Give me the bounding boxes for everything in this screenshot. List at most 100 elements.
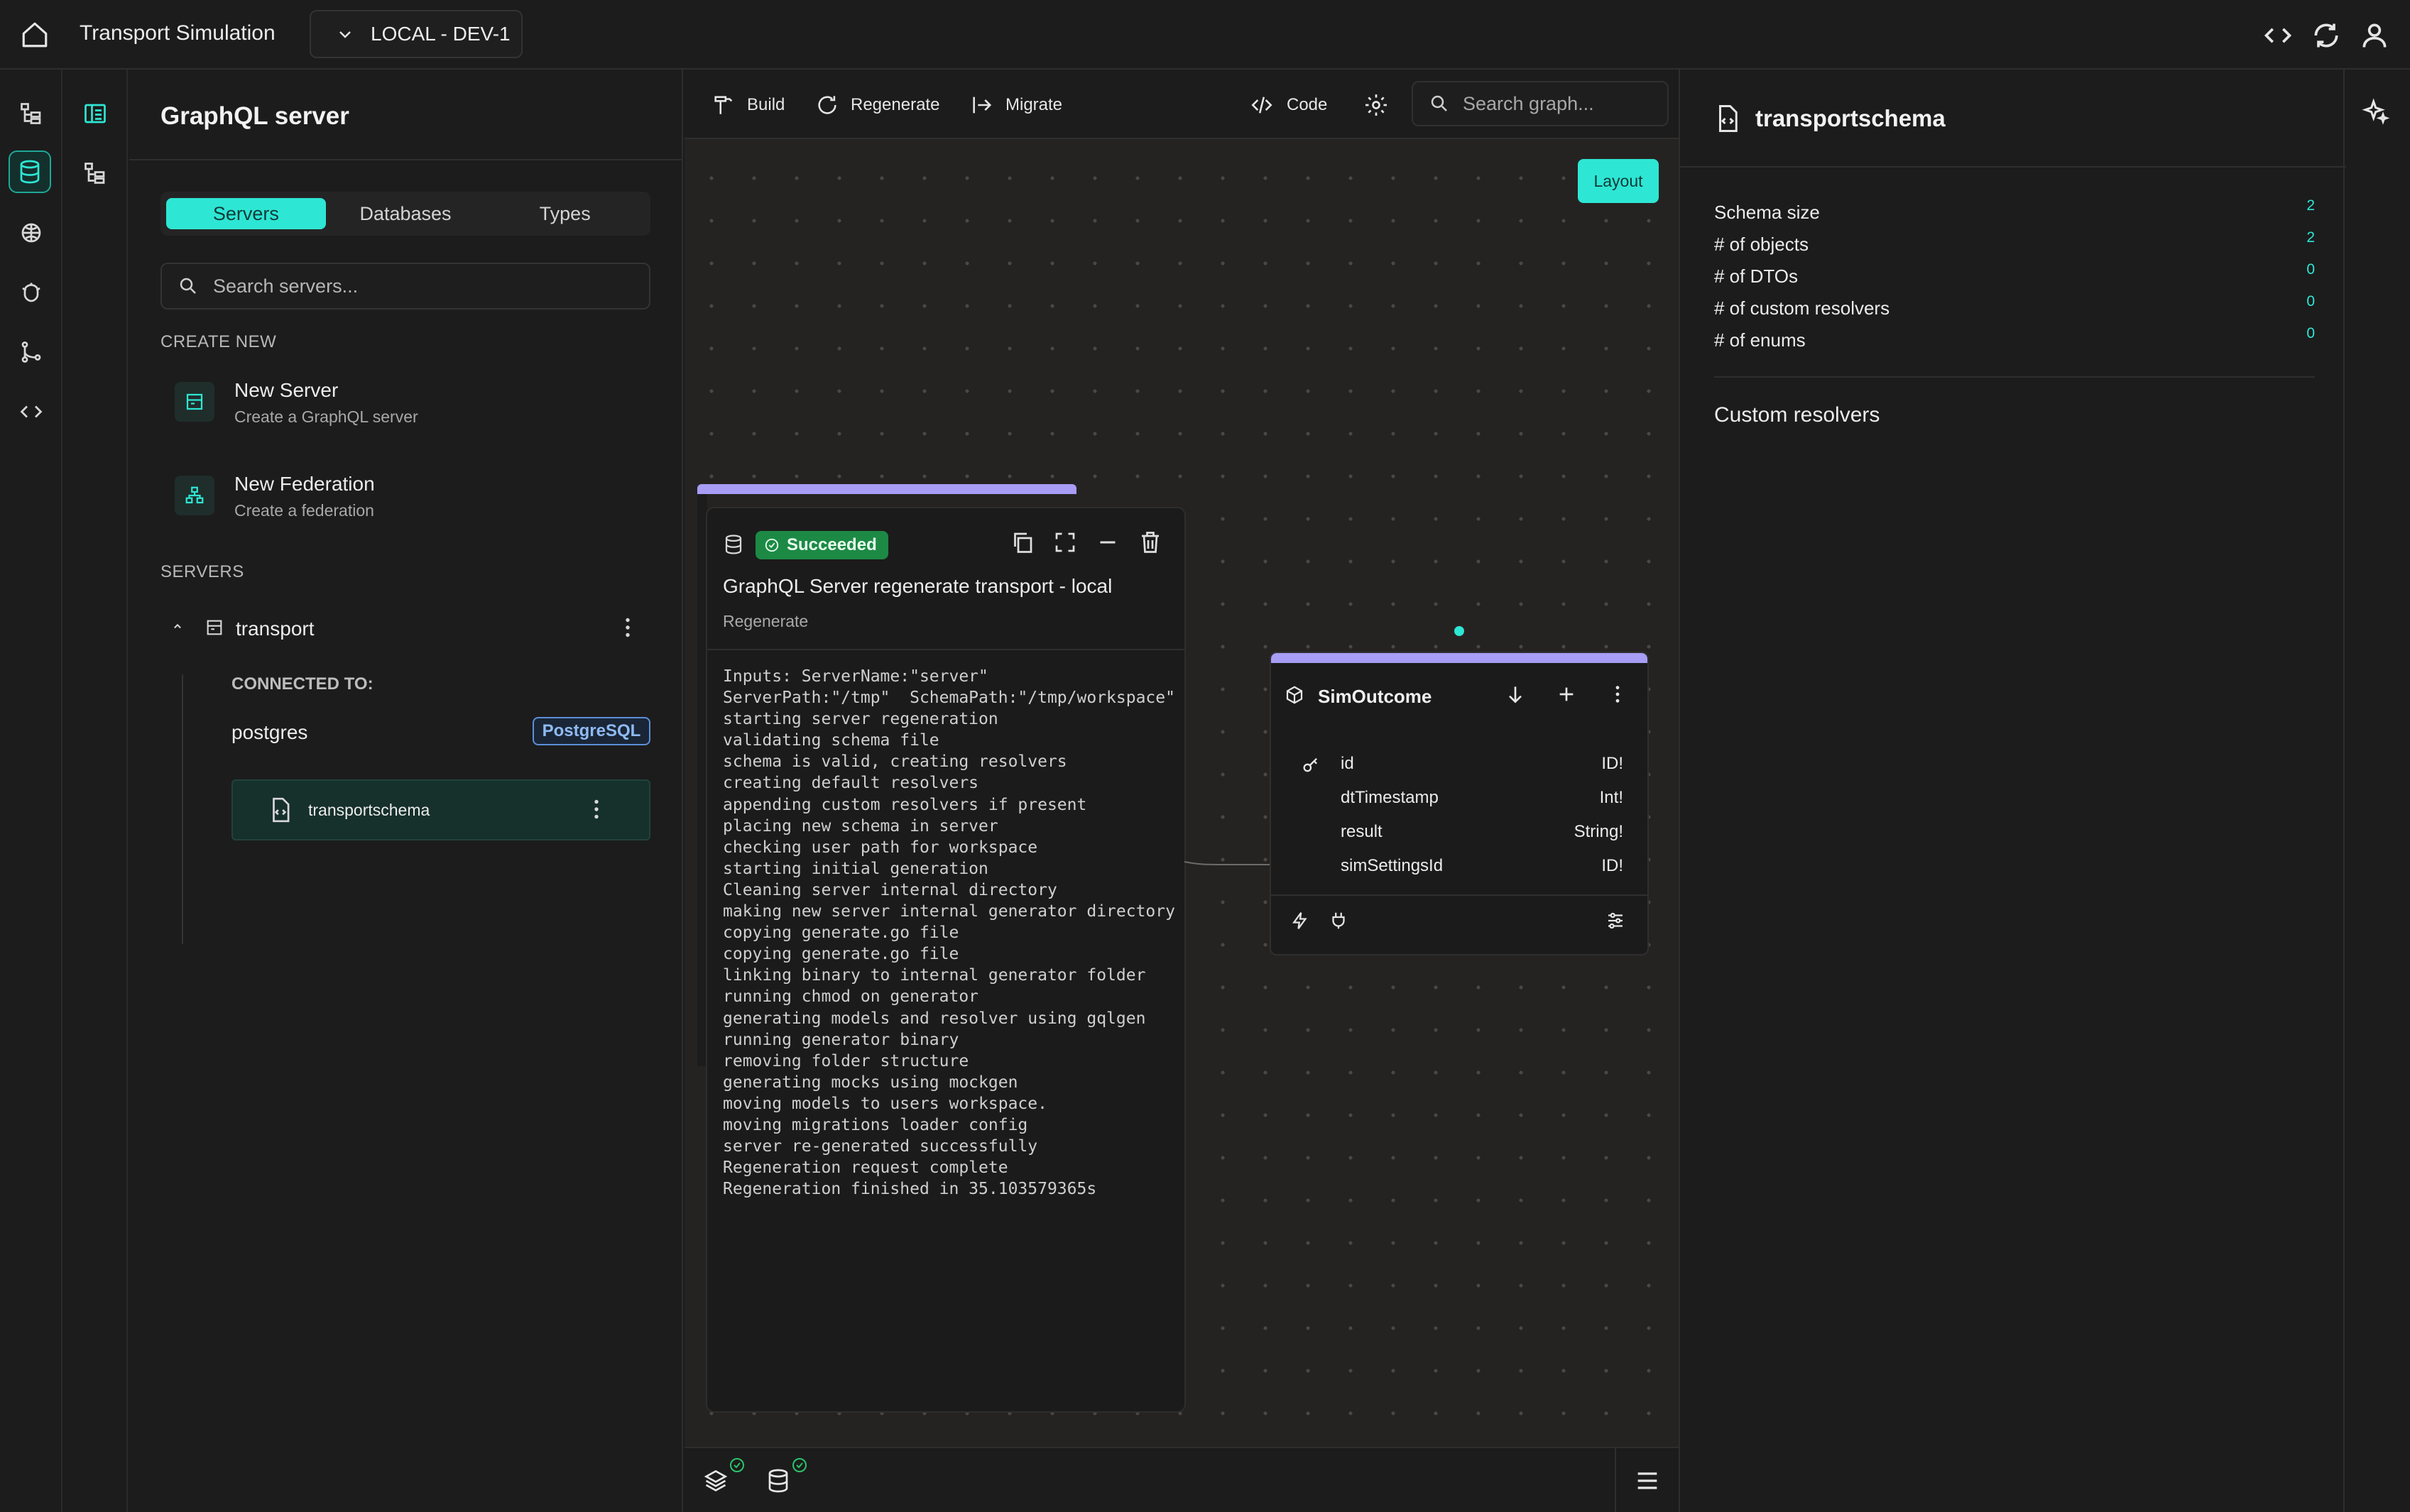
log-line: copying generate.go file — [723, 924, 959, 943]
connected-to-label: CONNECTED TO: — [231, 674, 374, 694]
key-icon — [1301, 755, 1321, 775]
tab-servers[interactable]: Servers — [166, 198, 326, 229]
trash-icon[interactable] — [1138, 530, 1166, 558]
card-stripe — [1271, 653, 1647, 663]
git-branch-icon[interactable] — [10, 331, 53, 373]
cube-icon — [1284, 684, 1305, 706]
entity-node[interactable]: SimOutcome id ID! dtTimestamp Int! resul… — [1270, 652, 1649, 955]
field-row[interactable]: dtTimestamp Int! — [1271, 782, 1647, 815]
sparkle-icon[interactable] — [2362, 98, 2390, 126]
tree-connector — [182, 674, 183, 944]
server-panel: GraphQL server Servers Databases Types S… — [129, 70, 683, 1512]
log-line: running generator binary — [723, 1030, 959, 1049]
tab-databases[interactable]: Databases — [326, 198, 486, 229]
build-icon — [711, 93, 736, 117]
chevron-up-icon[interactable] — [170, 619, 185, 633]
stat-value: 2 — [2306, 197, 2315, 214]
field-name: result — [1341, 822, 1383, 841]
new-federation-title: New Federation — [234, 473, 375, 495]
copy-icon[interactable] — [1010, 530, 1038, 558]
stat-label: # of objects — [1714, 234, 1809, 255]
hierarchy-icon[interactable] — [74, 152, 116, 195]
database-icon[interactable] — [765, 1468, 791, 1494]
connection-handle[interactable] — [1454, 626, 1464, 636]
schema-tree-item[interactable]: transportschema — [231, 779, 650, 840]
assistant-rail — [2346, 70, 2410, 1512]
new-server-button[interactable]: New Server Create a GraphQL server — [175, 373, 601, 437]
refresh-icon[interactable] — [2311, 20, 2342, 51]
log-line: Regeneration finished in 35.103579365s — [723, 1180, 1097, 1199]
field-row[interactable]: simSettingsId ID! — [1271, 850, 1647, 883]
user-icon[interactable] — [2359, 20, 2390, 51]
stat-value: 2 — [2306, 229, 2315, 246]
server-icon — [205, 618, 224, 637]
new-federation-button[interactable]: New Federation Create a federation — [175, 467, 601, 531]
migrate-icon — [970, 93, 994, 117]
server-tree-item[interactable]: transport — [160, 610, 650, 653]
database-icon[interactable] — [9, 150, 51, 193]
top-bar: Transport Simulation LOCAL - DEV-1 — [0, 0, 2410, 70]
custom-resolvers-heading: Custom resolvers — [1714, 403, 1880, 427]
regenerate-label: Regenerate — [851, 95, 940, 114]
field-row[interactable]: id ID! — [1271, 748, 1647, 781]
settings-icon[interactable] — [1363, 91, 1389, 119]
lightning-icon[interactable] — [1289, 910, 1311, 931]
plug-icon[interactable] — [1328, 910, 1349, 931]
build-button[interactable]: Build — [711, 91, 785, 119]
code-button[interactable]: Code — [1248, 91, 1327, 119]
expand-icon[interactable] — [1052, 530, 1081, 558]
stat-value: 0 — [2306, 325, 2315, 341]
stat-value: 0 — [2306, 261, 2315, 278]
check-circle-icon — [764, 537, 780, 553]
search-graph-input[interactable]: Search graph... — [1412, 81, 1669, 126]
divider — [707, 649, 1184, 650]
regenerate-button[interactable]: Regenerate — [815, 91, 939, 119]
more-vertical-icon[interactable] — [1606, 683, 1629, 706]
layers-icon[interactable] — [703, 1468, 729, 1494]
job-title: GraphQL Server regenerate transport - lo… — [723, 575, 1113, 597]
arrow-down-icon[interactable] — [1504, 683, 1527, 706]
log-line: Inputs: ServerName:"server" — [723, 667, 988, 686]
home-icon[interactable] — [20, 20, 50, 50]
database-name[interactable]: postgres — [231, 721, 307, 744]
divider — [1615, 1448, 1616, 1512]
code-icon[interactable] — [2262, 20, 2294, 51]
log-line: moving migrations loader config — [723, 1115, 1028, 1134]
job-log-card[interactable]: Succeeded GraphQL Server regenerate tran… — [706, 507, 1186, 1413]
environment-select[interactable]: LOCAL - DEV-1 — [310, 10, 523, 58]
log-line: starting server regeneration — [723, 710, 998, 729]
servers-label: SERVERS — [160, 562, 244, 581]
minimize-icon[interactable] — [1095, 530, 1123, 558]
server-name: transport — [236, 618, 315, 640]
code-icon[interactable] — [10, 390, 53, 433]
migrate-button[interactable]: Migrate — [970, 91, 1062, 119]
more-vertical-icon[interactable] — [615, 615, 640, 640]
status-badge: Succeeded — [756, 531, 888, 559]
tree-icon[interactable] — [10, 92, 53, 135]
new-server-title: New Server — [234, 379, 339, 401]
menu-icon[interactable] — [1633, 1467, 1662, 1495]
field-row[interactable]: result String! — [1271, 816, 1647, 849]
layout-button[interactable]: Layout — [1578, 159, 1659, 203]
log-line: linking binary to internal generator fol… — [723, 966, 1146, 985]
log-line: moving models to users workspace. — [723, 1094, 1047, 1113]
build-label: Build — [747, 95, 785, 114]
code-label: Code — [1287, 95, 1328, 114]
log-line: removing folder structure — [723, 1051, 969, 1070]
brain-icon[interactable] — [10, 212, 53, 254]
bug-icon[interactable] — [10, 271, 53, 314]
log-line: generating mocks using mockgen — [723, 1073, 1018, 1092]
sliders-icon[interactable] — [1605, 910, 1626, 931]
plus-icon[interactable] — [1555, 683, 1578, 706]
search-servers-input[interactable]: Search servers... — [160, 263, 650, 309]
tab-types[interactable]: Types — [485, 198, 645, 229]
stat-row: Schema size 2 — [1714, 197, 2315, 230]
log-line: placing new schema in server — [723, 816, 998, 836]
log-line: running chmod on generator — [723, 987, 979, 1007]
server-dashboard-icon[interactable] — [74, 92, 116, 135]
canvas-toolbar: Build Regenerate Migrate Code Search gra… — [685, 70, 1679, 139]
new-federation-subtitle: Create a federation — [234, 501, 374, 520]
log-line: ServerPath:"/tmp" SchemaPath:"/tmp/works… — [723, 689, 1175, 708]
database-type-badge: PostgreSQL — [533, 717, 650, 745]
more-vertical-icon[interactable] — [584, 796, 609, 822]
